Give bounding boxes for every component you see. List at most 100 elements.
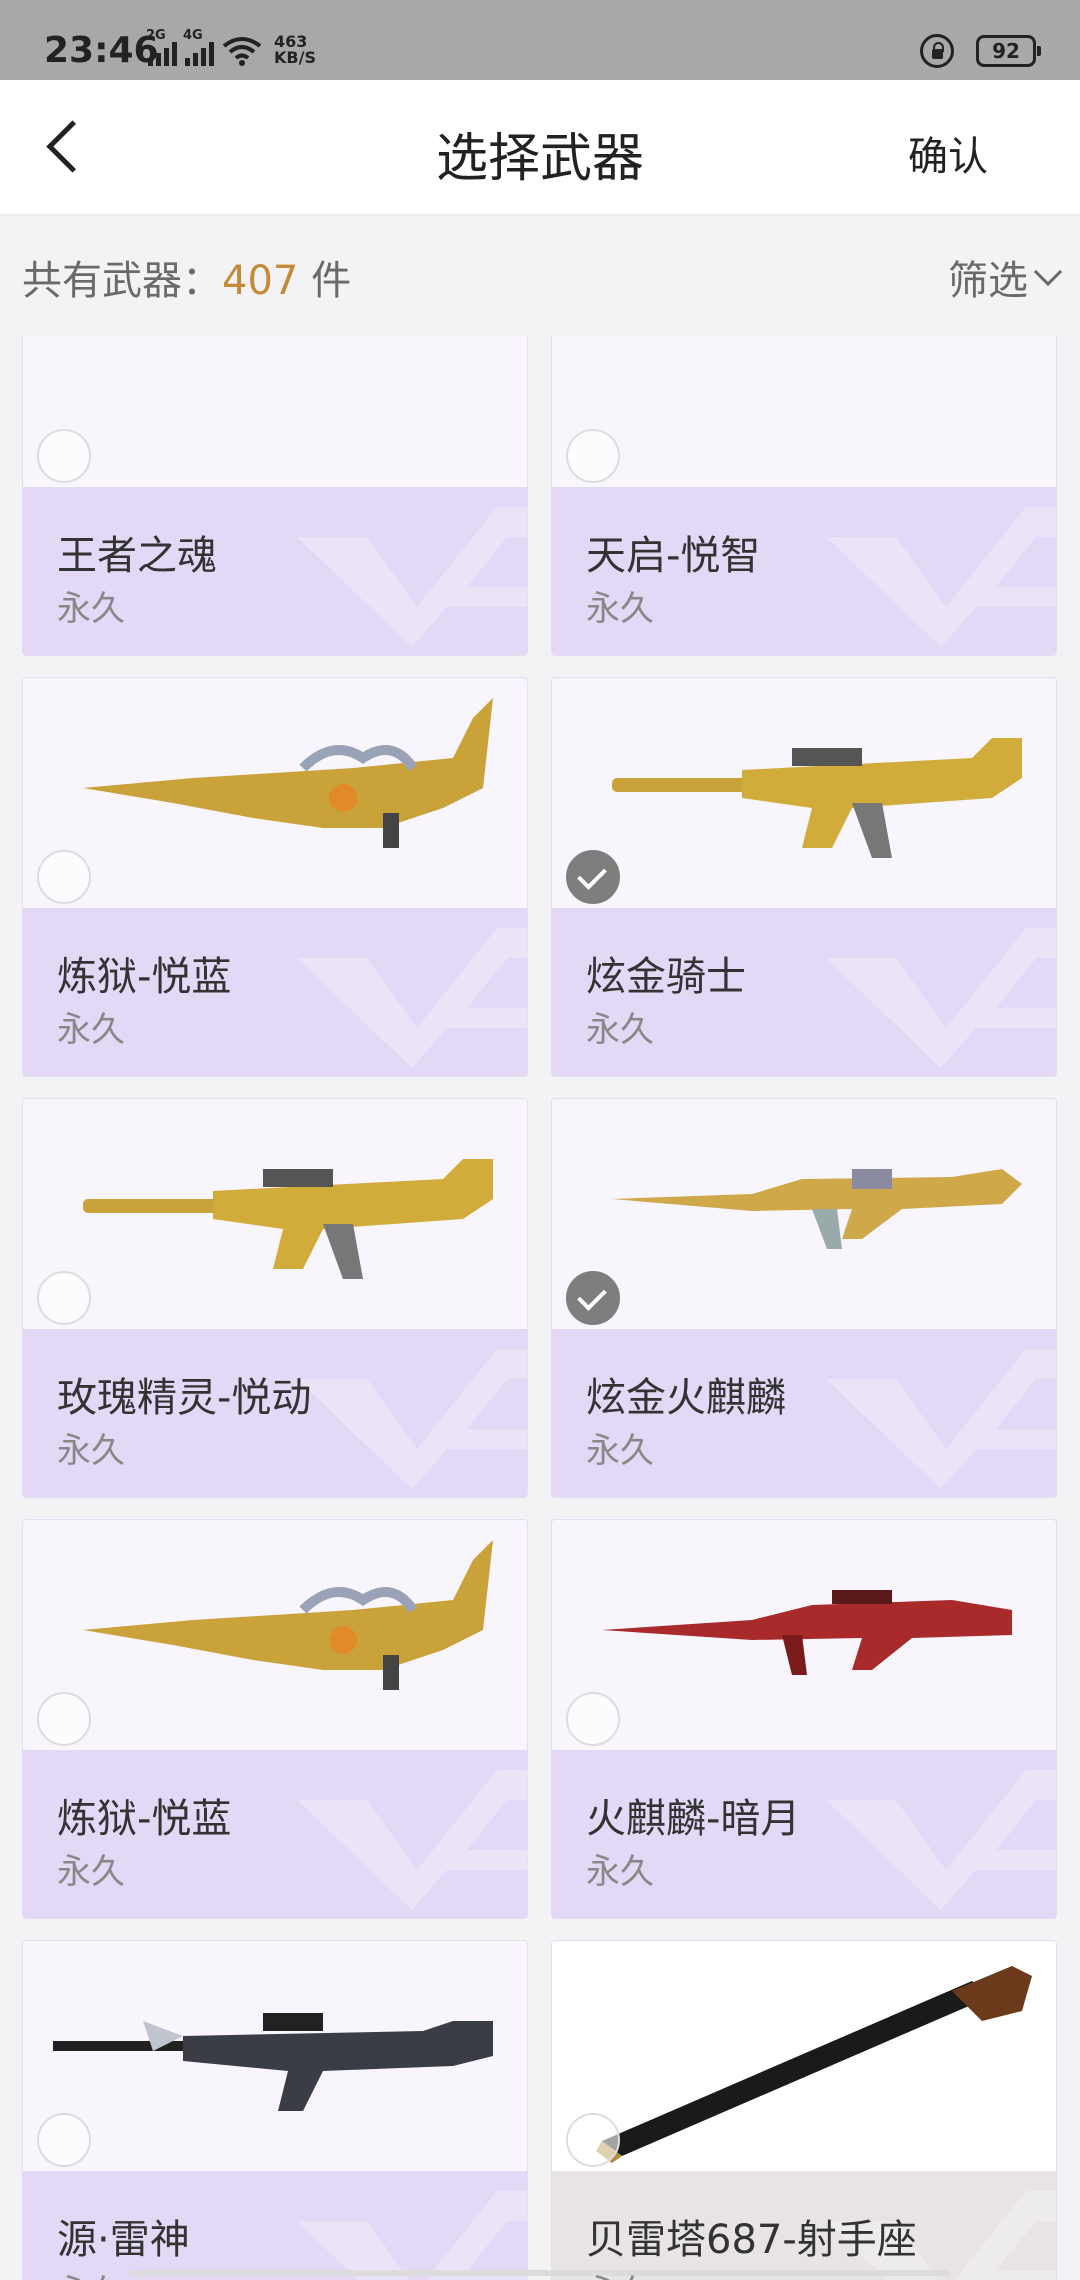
weapon-info: 炼狱-悦蓝永久 — [23, 1750, 527, 1918]
weapon-info: 火麒麟-暗月永久 — [552, 1750, 1056, 1918]
weapon-grid[interactable]: 王者之魂 永久 天启-悦智 永久 炼狱-悦蓝 永久 炫金骑士 永久 玫瑰精灵-悦动 永久 炫金火麒麟… — [0, 336, 1080, 2280]
weapon-info: 炫金火麒麟 永久 — [552, 1329, 1056, 1497]
weapon-image — [552, 336, 1056, 487]
weapon-image-icon — [552, 336, 1057, 487]
weapon-image — [23, 1520, 527, 1750]
weapon-info: 天启-悦智永久 — [552, 487, 1056, 655]
weapon-info: 炫金骑士 永久 — [552, 908, 1056, 1076]
weapon-name: 炫金骑士 — [586, 954, 746, 1000]
weapon-info: 炼狱-悦蓝永久 — [23, 908, 527, 1076]
status-bar: 23:46 2G 4G 463 KB/S 92 — [0, 0, 1080, 80]
filter-label: 筛选 — [948, 258, 1028, 304]
weapon-info: 王者之魂 永久 — [23, 487, 527, 655]
weapon-image — [552, 1099, 1056, 1329]
sim1-label: 2G — [146, 28, 166, 43]
cf-watermark-icon — [826, 1770, 1056, 1910]
weapon-duration: 永久 — [57, 1010, 125, 1050]
weapon-image-icon — [83, 698, 493, 848]
sim2-label: 4G — [183, 28, 203, 43]
weapon-card[interactable]: 炫金骑士 永久 — [551, 677, 1057, 1077]
battery-icon: 92 — [976, 35, 1041, 67]
summary-bar: 共有武器：407 件 筛选 — [0, 216, 1080, 336]
select-checkbox[interactable] — [566, 1692, 620, 1746]
weapon-image — [23, 678, 527, 908]
weapon-duration: 永久 — [57, 1431, 125, 1471]
weapon-duration: 永久 — [586, 1852, 654, 1892]
weapon-card[interactable]: 炼狱-悦蓝永久 — [22, 677, 528, 1077]
scroll-indicator — [130, 2270, 950, 2276]
weapon-image-icon — [612, 738, 1022, 858]
cf-watermark-icon — [826, 928, 1056, 1068]
weapon-duration: 永久 — [57, 2265, 125, 2280]
weapon-image-icon — [596, 1966, 1032, 2163]
weapon-image — [552, 678, 1056, 908]
select-checkbox[interactable] — [566, 2113, 620, 2167]
cf-watermark-icon — [297, 1349, 527, 1489]
select-checkbox[interactable] — [566, 850, 620, 904]
weapon-duration: 永久 — [586, 589, 654, 629]
weapon-card[interactable]: 天启-悦智永久 — [551, 336, 1057, 656]
wifi-icon — [222, 37, 262, 66]
weapon-card[interactable]: 王者之魂 永久 — [22, 336, 528, 656]
select-checkbox[interactable] — [37, 1692, 91, 1746]
weapon-image-icon — [23, 336, 528, 487]
weapon-card[interactable]: 玫瑰精灵-悦动永久 — [22, 1098, 528, 1498]
status-time: 23:46 — [44, 30, 159, 71]
weapon-duration: 永久 — [586, 1431, 654, 1471]
weapon-name: 玫瑰精灵-悦动 — [57, 1375, 312, 1421]
select-checkbox[interactable] — [37, 2113, 91, 2167]
weapon-name: 火麒麟-暗月 — [586, 1796, 801, 1842]
app-header: 选择武器 确认 — [0, 80, 1080, 216]
weapon-image — [23, 1099, 527, 1329]
cf-watermark-icon — [297, 1770, 527, 1910]
weapon-card[interactable]: 炫金火麒麟 永久 — [551, 1098, 1057, 1498]
weapon-info: 源·雷神永久 — [23, 2171, 527, 2280]
weapon-name: 天启-悦智 — [586, 533, 761, 579]
weapon-image-icon — [83, 1540, 493, 1690]
select-checkbox[interactable] — [566, 1271, 620, 1325]
select-checkbox[interactable] — [37, 850, 91, 904]
network-indicators: 2G 4G 463 KB/S — [146, 28, 316, 66]
weapon-duration: 永久 — [57, 589, 125, 629]
chevron-down-icon — [1033, 257, 1063, 287]
weapon-image-icon — [53, 2013, 493, 2111]
signal-4g-icon: 4G — [183, 28, 214, 66]
weapon-duration: 永久 — [57, 1852, 125, 1892]
signal-2g-icon: 2G — [146, 28, 177, 66]
weapon-name: 源·雷神 — [57, 2217, 190, 2263]
weapon-image — [23, 1941, 527, 2171]
weapon-duration: 永久 — [586, 2265, 654, 2280]
filter-button[interactable]: 筛选 — [948, 248, 1063, 306]
count-suffix: 件 — [298, 258, 352, 304]
weapon-name: 炼狱-悦蓝 — [57, 954, 232, 1000]
weapon-card[interactable]: 贝雷塔687-射手座永久 — [551, 1940, 1057, 2280]
select-checkbox[interactable] — [37, 429, 91, 483]
weapon-image-icon — [602, 1590, 1012, 1675]
select-checkbox[interactable] — [566, 429, 620, 483]
weapon-count: 共有武器：407 件 — [22, 248, 351, 306]
weapon-image — [552, 1941, 1056, 2171]
weapon-name: 炼狱-悦蓝 — [57, 1796, 232, 1842]
weapon-card[interactable]: 火麒麟-暗月永久 — [551, 1519, 1057, 1919]
count-prefix: 共有武器： — [22, 258, 222, 304]
weapon-name: 炫金火麒麟 — [586, 1375, 786, 1421]
weapon-info: 玫瑰精灵-悦动永久 — [23, 1329, 527, 1497]
cf-watermark-icon — [297, 928, 527, 1068]
select-checkbox[interactable] — [37, 1271, 91, 1325]
cf-watermark-icon — [297, 2191, 527, 2280]
cf-watermark-icon — [826, 507, 1056, 647]
weapon-duration: 永久 — [586, 1010, 654, 1050]
weapon-image-icon — [83, 1159, 493, 1279]
weapon-name: 王者之魂 — [57, 533, 217, 579]
weapon-image-icon — [612, 1169, 1022, 1249]
weapon-card[interactable]: 源·雷神永久 — [22, 1940, 528, 2280]
network-speed: 463 KB/S — [274, 34, 316, 66]
weapon-info: 贝雷塔687-射手座永久 — [552, 2171, 1056, 2280]
weapon-card[interactable]: 炼狱-悦蓝永久 — [22, 1519, 528, 1919]
weapon-name: 贝雷塔687-射手座 — [586, 2217, 917, 2263]
cf-watermark-icon — [297, 507, 527, 647]
speed-unit: KB/S — [274, 48, 316, 67]
cf-watermark-icon — [826, 1349, 1056, 1489]
weapon-image — [23, 336, 527, 487]
confirm-button[interactable]: 确认 — [908, 124, 988, 182]
